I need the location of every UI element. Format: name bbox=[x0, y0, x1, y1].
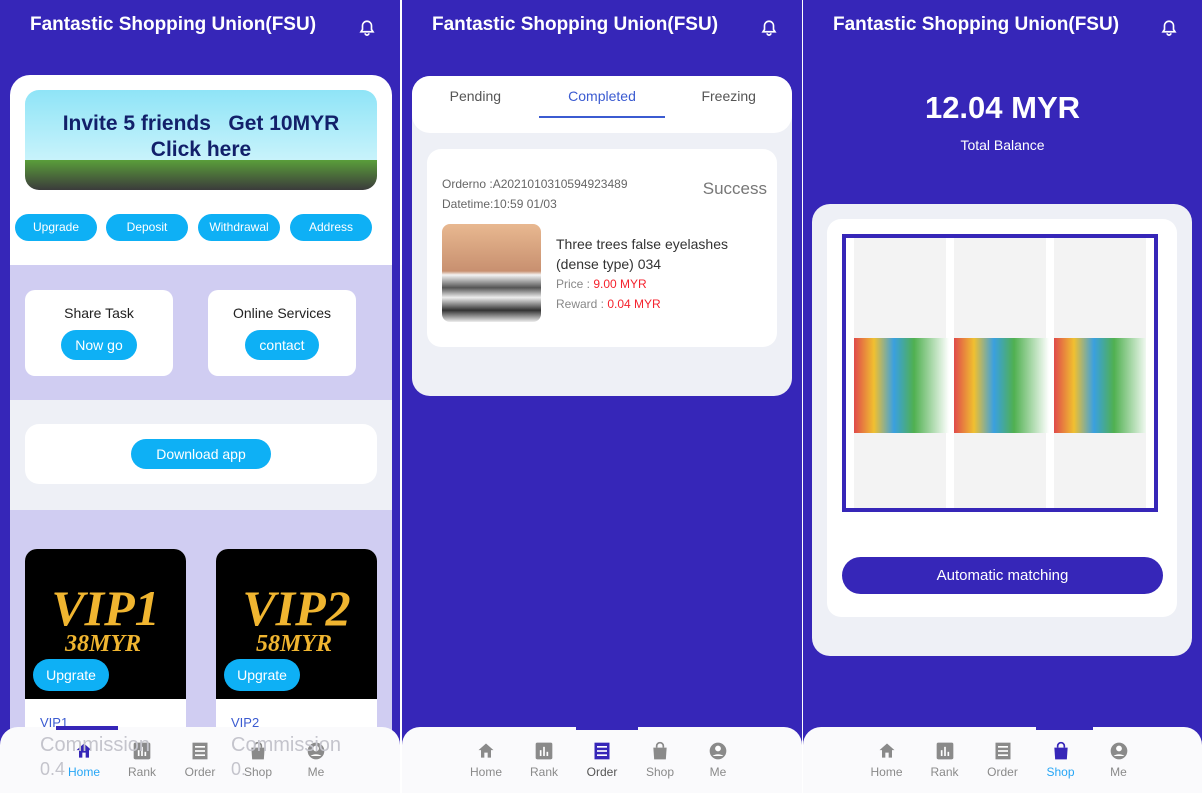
vip1-card: VIP1 38MYR Upgrate VIP1 Commission 0.4 bbox=[25, 549, 186, 793]
withdrawal-button[interactable]: Withdrawal bbox=[198, 214, 280, 241]
bell-icon[interactable] bbox=[1160, 18, 1178, 38]
receipt-icon bbox=[993, 741, 1013, 761]
home-icon bbox=[877, 741, 897, 761]
order-content: Pending Completed Freezing Orderno :A202… bbox=[412, 76, 792, 396]
nav-home[interactable]: Home bbox=[466, 741, 506, 793]
bottom-nav: Home Rank Order Shop Me bbox=[402, 727, 802, 793]
product-carousel bbox=[842, 234, 1158, 512]
vip2-card: VIP2 58MYR Upgrate VIP2 Commission 0. bbox=[216, 549, 377, 793]
vip2-commission: Commission bbox=[231, 734, 342, 756]
bell-icon[interactable] bbox=[358, 18, 376, 38]
receipt-icon bbox=[592, 741, 612, 761]
nav-order[interactable]: Order bbox=[983, 741, 1023, 793]
tab-freezing[interactable]: Freezing bbox=[665, 76, 792, 133]
order-screen: Fantastic Shopping Union(FSU) Pending Co… bbox=[402, 0, 802, 793]
contact-button[interactable]: contact bbox=[245, 330, 319, 360]
nav-order[interactable]: Order bbox=[582, 741, 622, 793]
product-image bbox=[854, 338, 1146, 433]
order-tabs: Pending Completed Freezing bbox=[412, 76, 792, 133]
deposit-button[interactable]: Deposit bbox=[106, 214, 188, 241]
nav-me[interactable]: Me bbox=[698, 741, 738, 793]
bar-chart-icon bbox=[534, 741, 554, 761]
online-services-card: Online Services contact bbox=[208, 290, 356, 376]
vip1-upgrade-button[interactable]: Upgrate bbox=[33, 659, 109, 691]
nav-order[interactable]: Order bbox=[180, 741, 220, 793]
account-icon bbox=[1109, 741, 1129, 761]
services-section: Share Task Now go Online Services contac… bbox=[10, 265, 392, 400]
shopping-bag-icon bbox=[1051, 741, 1071, 761]
account-icon bbox=[708, 741, 728, 761]
home-icon bbox=[476, 741, 496, 761]
nav-rank[interactable]: Rank bbox=[524, 741, 564, 793]
vip1-rate: 0.4 bbox=[40, 759, 66, 779]
product-image bbox=[442, 224, 541, 322]
nav-shop[interactable]: Shop bbox=[640, 741, 680, 793]
bar-chart-icon bbox=[935, 741, 955, 761]
tab-pending[interactable]: Pending bbox=[412, 76, 539, 133]
home-screen: Fantastic Shopping Union(FSU) Invite 5 f… bbox=[0, 0, 400, 793]
download-app-button[interactable]: Download app bbox=[131, 439, 271, 469]
receipt-icon bbox=[190, 741, 210, 761]
shopping-bag-icon bbox=[650, 741, 670, 761]
nav-rank[interactable]: Rank bbox=[925, 741, 965, 793]
invite-banner[interactable]: Invite 5 friends Get 10MYR Click here bbox=[25, 90, 377, 190]
share-task-card: Share Task Now go bbox=[25, 290, 173, 376]
shop-screen: Fantastic Shopping Union(FSU) 12.04 MYR … bbox=[803, 0, 1202, 793]
order-item[interactable]: Orderno :A2021010310594923489 Datetime:1… bbox=[427, 149, 777, 347]
home-content: Invite 5 friends Get 10MYR Click here Up… bbox=[10, 75, 392, 793]
balance-amount: 12.04 MYR bbox=[924, 90, 1081, 125]
nav-home[interactable]: Home bbox=[867, 741, 907, 793]
nav-shop[interactable]: Shop bbox=[1041, 741, 1081, 793]
upgrade-button[interactable]: Upgrade bbox=[15, 214, 97, 241]
matching-card: Automatic matching bbox=[827, 219, 1177, 617]
vip1-commission: Commission bbox=[40, 734, 151, 756]
address-button[interactable]: Address bbox=[290, 214, 372, 241]
bell-icon[interactable] bbox=[760, 18, 778, 38]
vip2-rate: 0. bbox=[231, 759, 247, 779]
matching-section: Automatic matching bbox=[812, 204, 1192, 656]
automatic-matching-button[interactable]: Automatic matching bbox=[842, 557, 1163, 594]
app-title: Fantastic Shopping Union(FSU) bbox=[432, 14, 719, 35]
status-badge: Success bbox=[702, 179, 767, 198]
app-title: Fantastic Shopping Union(FSU) bbox=[30, 14, 317, 35]
download-card: Download app bbox=[25, 424, 377, 484]
balance-label: Total Balance bbox=[960, 137, 1045, 153]
app-title: Fantastic Shopping Union(FSU) bbox=[833, 14, 1120, 35]
bottom-nav: Home Rank Order Shop Me bbox=[803, 727, 1202, 793]
tab-completed[interactable]: Completed bbox=[538, 76, 666, 118]
vip2-upgrade-button[interactable]: Upgrate bbox=[224, 659, 300, 691]
now-go-button[interactable]: Now go bbox=[61, 330, 137, 360]
nav-me[interactable]: Me bbox=[1099, 741, 1139, 793]
